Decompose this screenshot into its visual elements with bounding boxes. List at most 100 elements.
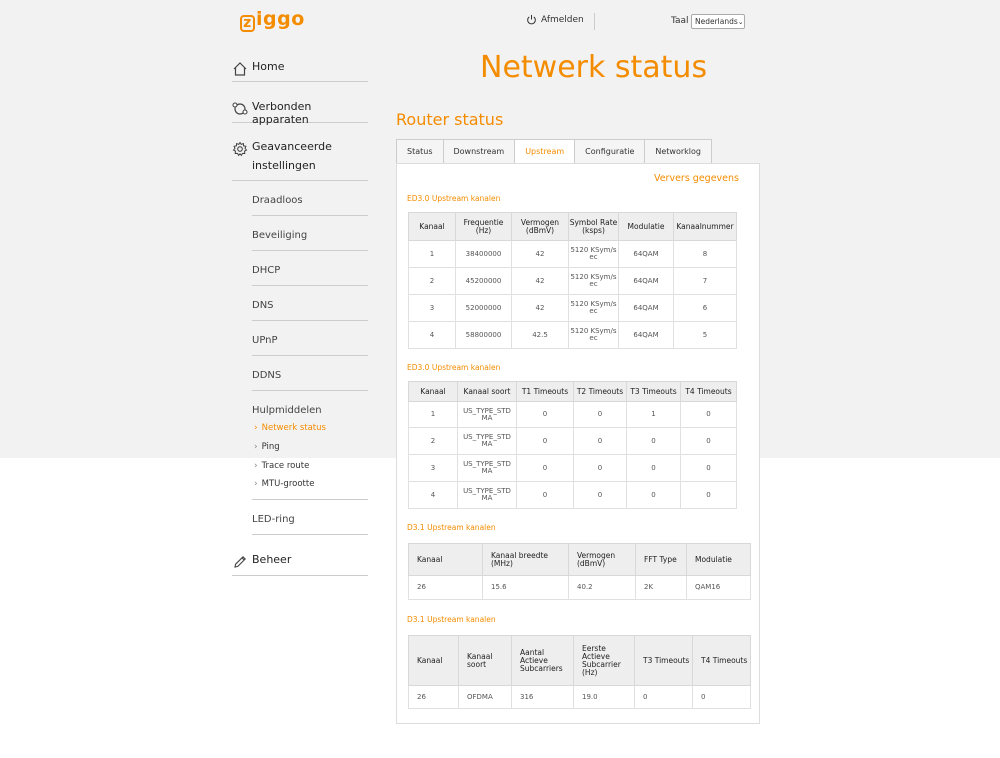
table-cell: 0 — [680, 454, 737, 482]
refresh-link[interactable]: Ververs gegevens — [654, 173, 739, 184]
chevron-right-icon: › — [254, 423, 258, 433]
table-cell: 4 — [408, 321, 456, 349]
table-cell: 8 — [673, 240, 737, 268]
table-header: Vermogen (dBmV) — [511, 212, 569, 241]
table-cell: 1 — [408, 240, 456, 268]
sidebar-tool-ping[interactable]: › Ping — [254, 442, 280, 452]
table-title: ED3.0 Upstream kanalen — [407, 363, 501, 372]
table-cell: 5 — [673, 321, 737, 349]
home-icon — [233, 62, 247, 76]
table-cell: 5120 KSym/s ec — [568, 267, 619, 295]
table-cell: 1 — [626, 401, 681, 428]
table-title: D3.1 Upstream kanalen — [407, 523, 496, 532]
table-cell: 38400000 — [455, 240, 512, 268]
sidebar-item-advanced[interactable]: Geavanceerde instellingen — [232, 140, 368, 181]
tab-networklog[interactable]: Networklog — [644, 139, 712, 164]
language-select[interactable]: Nederlands ⌄ — [691, 14, 745, 29]
table-cell: 0 — [573, 401, 627, 428]
table-title: D3.1 Upstream kanalen — [407, 615, 496, 624]
sidebar-item-wireless[interactable]: Draadloos — [252, 181, 368, 216]
table-header: Kanaal soort — [457, 381, 517, 402]
table-header: Kanaalnummer — [673, 212, 737, 241]
sidebar-label-home: Home — [252, 60, 285, 73]
devices-icon — [232, 102, 248, 115]
table-header: Kanaal — [408, 635, 459, 686]
table-cell: 42 — [511, 294, 569, 322]
table-cell: 0 — [516, 401, 574, 428]
table-cell: QAM16 — [686, 575, 751, 600]
table-cell: 5120 KSym/s ec — [568, 240, 619, 268]
sidebar-item-ddns[interactable]: DDNS — [252, 356, 368, 391]
sidebar-item-dhcp[interactable]: DHCP — [252, 251, 368, 286]
table-cell: 0 — [692, 685, 751, 709]
d31-ofdma-table: Kanaal Kanaal soort Aantal Actieve Subca… — [408, 635, 751, 709]
sidebar-item-devices[interactable]: Verbonden apparaten — [232, 100, 368, 126]
table-header: Kanaal — [408, 543, 483, 576]
sidebar-item-dns[interactable]: DNS — [252, 286, 368, 321]
table-header: FFT Type — [635, 543, 687, 576]
tab-status[interactable]: Status — [396, 139, 444, 164]
sidebar-tool-network-status[interactable]: › Netwerk status — [254, 423, 326, 433]
table-cell: 0 — [680, 427, 737, 455]
table-row: 3 US_TYPE_STD MA 0 0 0 0 — [408, 454, 737, 482]
table-cell: 3 — [408, 294, 456, 322]
table-cell: 19.0 — [573, 685, 635, 709]
chevron-right-icon: › — [254, 461, 258, 471]
section-title: Router status — [396, 110, 504, 129]
table-row: 3 52000000 42 5120 KSym/s ec 64QAM 6 — [408, 294, 737, 322]
table-cell: 42.5 — [511, 321, 569, 349]
table-cell: 2 — [408, 427, 458, 455]
table-cell: 0 — [626, 454, 681, 482]
tab-upstream[interactable]: Upstream — [514, 139, 576, 164]
tab-configuratie[interactable]: Configuratie — [574, 139, 646, 164]
table-row: 1 38400000 42 5120 KSym/s ec 64QAM 8 — [408, 240, 737, 268]
language-select-value: Nederlands — [695, 17, 738, 26]
sidebar-item-led-ring[interactable]: LED-ring — [252, 500, 368, 535]
table-cell: US_TYPE_STD MA — [457, 427, 517, 455]
table-cell: 42 — [511, 240, 569, 268]
table-cell: 64QAM — [618, 321, 674, 349]
upstream-timeouts-table: Kanaal Kanaal soort T1 Timeouts T2 Timeo… — [408, 381, 737, 509]
table-cell: 0 — [516, 427, 574, 455]
logout-label: Afmelden — [541, 14, 584, 25]
table-header: Kanaal breedte (MHz) — [482, 543, 569, 576]
sidebar-tool-trace-route[interactable]: › Trace route — [254, 461, 309, 471]
table-cell: 52000000 — [455, 294, 512, 322]
table-header: Aantal Actieve Subcarriers — [511, 635, 574, 686]
sidebar-item-tools[interactable]: Hulpmiddelen — [252, 391, 368, 426]
table-header: T2 Timeouts — [573, 381, 627, 402]
sidebar-item-home[interactable]: Home — [232, 60, 368, 82]
table-row: 4 58800000 42.5 5120 KSym/s ec 64QAM 5 — [408, 321, 737, 349]
table-header: T4 Timeouts — [692, 635, 751, 686]
table-cell: 2 — [408, 267, 456, 295]
d31-upstream-table: Kanaal Kanaal breedte (MHz) Vermogen (dB… — [408, 543, 751, 600]
table-cell: 15.6 — [482, 575, 569, 600]
sidebar-label-beheer: Beheer — [252, 553, 292, 566]
logout-button[interactable]: Afmelden — [526, 14, 584, 25]
table-cell: OFDMA — [458, 685, 512, 709]
sidebar-item-upnp[interactable]: UPnP — [252, 321, 368, 356]
table-row: 26 15.6 40.2 2K QAM16 — [408, 575, 751, 600]
pencil-icon — [234, 556, 246, 568]
table-header: Kanaal — [408, 381, 458, 402]
table-header: Kanaal — [408, 212, 456, 241]
sidebar-item-security[interactable]: Beveiliging — [252, 216, 368, 251]
gear-icon — [232, 141, 248, 157]
sidebar-label-advanced-line2: instellingen — [252, 159, 316, 172]
logo-text: iggo — [256, 8, 305, 30]
chevron-right-icon: › — [254, 479, 258, 489]
sidebar-item-beheer[interactable]: Beheer — [232, 553, 368, 576]
table-cell: US_TYPE_STD MA — [457, 401, 517, 428]
tab-downstream[interactable]: Downstream — [442, 139, 516, 164]
table-cell: 0 — [573, 427, 627, 455]
table-header: T3 Timeouts — [626, 381, 681, 402]
table-cell: 64QAM — [618, 240, 674, 268]
table-cell: 0 — [573, 481, 627, 509]
table-title: ED3.0 Upstream kanalen — [407, 194, 501, 203]
table-header: Modulatie — [686, 543, 751, 576]
table-cell: 0 — [626, 481, 681, 509]
sidebar-tool-mtu[interactable]: › MTU-grootte — [254, 479, 314, 489]
table-header: Frequentie (Hz) — [455, 212, 512, 241]
table-cell: 1 — [408, 401, 458, 428]
ziggo-logo[interactable]: z iggo — [240, 8, 305, 32]
